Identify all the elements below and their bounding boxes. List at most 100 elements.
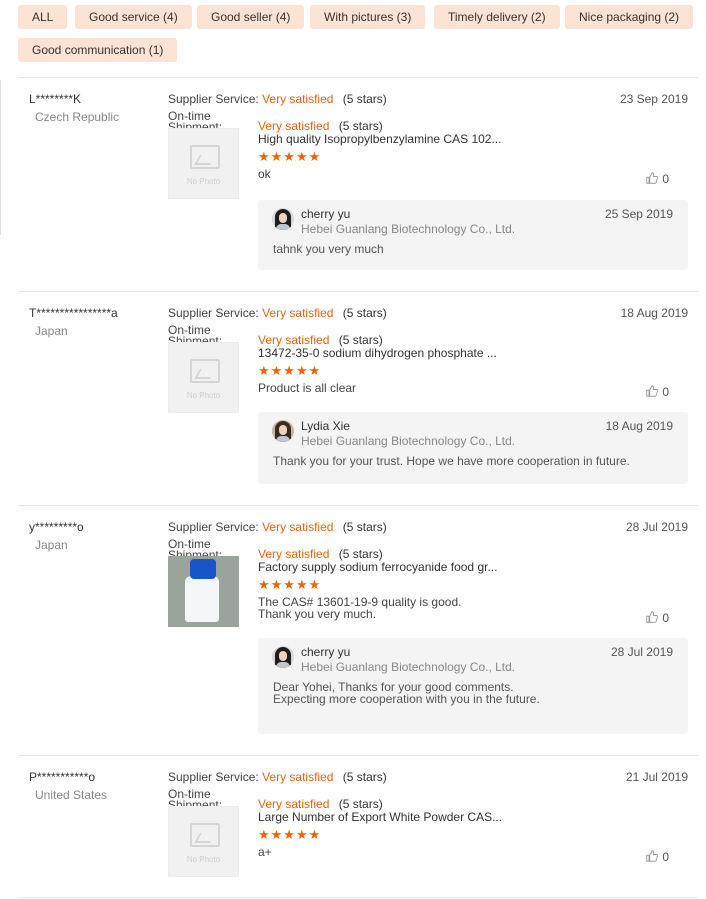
bottle-image [185,576,219,622]
supplier-service-rating: Supplier Service: Very satisfied (5 star… [168,770,387,784]
stars-count: (5 stars) [342,520,387,534]
reply-text-line: tahnk you very much [273,242,384,256]
stars-count: (5 stars) [342,92,387,106]
no-photo-label: No Photo [186,391,221,400]
divider [18,505,698,506]
reply-date: 18 Aug 2019 [605,419,673,433]
like-count: 0 [662,385,669,399]
star-rating: ★★★★★ [258,577,322,592]
product-title[interactable]: 13472-35-0 sodium dihydrogen phosphate .… [258,346,497,360]
like-count: 0 [662,172,669,186]
reviewer-name: P***********o [29,770,96,784]
shipment-rating: Very satisfied (5 stars) [258,333,383,347]
no-photo-label: No Photo [186,177,221,186]
comment-line: Thank you very much. [258,607,377,621]
divider [18,755,698,756]
filter-tag-with-pictures[interactable]: With pictures (3) [310,5,426,29]
avatar [272,420,294,442]
like-count: 0 [662,850,669,864]
seller-reply: cherry yu Hebei Guanlang Biotechnology C… [258,638,688,734]
product-thumbnail[interactable]: No Photo [168,806,239,877]
reply-date: 28 Jul 2019 [610,645,673,659]
review-date: 18 Aug 2019 [620,306,688,320]
review-item: L********K Czech Republic 23 Sep 2019 Su… [0,92,706,282]
review-item: y*********o Japan 28 Jul 2019 Supplier S… [0,520,706,750]
divider [18,77,698,78]
star-rating: ★★★★★ [258,149,322,164]
satisfaction-text: Very satisfied [258,119,330,133]
product-photo[interactable] [168,556,239,627]
filter-tag-timely-delivery[interactable]: Timely delivery (2) [434,5,560,29]
satisfaction-text: Very satisfied [258,547,330,561]
shipment-rating: Very satisfied (5 stars) [258,119,383,133]
like-count: 0 [662,611,669,625]
thumbs-up-icon[interactable] [646,611,658,623]
image-placeholder-icon [190,145,220,169]
reply-text-line: Thank you for your trust. Hope we have m… [273,454,630,468]
image-placeholder-icon [190,823,220,847]
product-thumbnail[interactable]: No Photo [168,342,239,413]
comment-line: Product is all clear [258,381,357,395]
reviewer-name: L********K [29,92,82,106]
product-title[interactable]: Large Number of Export White Powder CAS.… [258,810,502,824]
reply-author: cherry yu [301,207,351,221]
satisfaction-text: Very satisfied [258,333,330,347]
reply-company: Hebei Guanlang Biotechnology Co., Ltd. [301,434,516,448]
reply-author: Lydia Xie [301,419,350,433]
reply-company: Hebei Guanlang Biotechnology Co., Ltd. [301,222,516,236]
review-date: 21 Jul 2019 [625,770,688,784]
reviewer-country: United States [35,788,108,802]
supplier-service-label: Supplier Service: [168,770,259,784]
divider [18,897,698,898]
bottle-cap-image [190,559,216,579]
avatar [272,208,294,230]
avatar [272,646,294,668]
thumbs-up-icon[interactable] [646,172,658,184]
supplier-service-rating: Supplier Service: Very satisfied (5 star… [168,92,387,106]
stars-count: (5 stars) [338,547,383,561]
reviewer-country: Czech Republic [35,110,120,124]
stars-count: (5 stars) [342,306,387,320]
reply-text: tahnk you very much [273,243,384,255]
product-thumbnail[interactable]: No Photo [168,128,239,199]
filter-tag-nice-packaging[interactable]: Nice packaging (2) [565,5,694,29]
review-comment: Product is all clear [258,382,356,394]
product-title[interactable]: High quality Isopropylbenzylamine CAS 10… [258,132,501,146]
stars-count: (5 stars) [338,333,383,347]
review-item: T****************a Japan 18 Aug 2019 Sup… [0,306,706,496]
filter-tag-good-seller[interactable]: Good seller (4) [197,5,305,29]
thumbs-up-icon[interactable] [646,385,658,397]
filter-tag-all[interactable]: ALL [18,5,68,29]
reply-date: 25 Sep 2019 [604,207,673,221]
supplier-service-label: Supplier Service: [168,306,259,320]
satisfaction-text: Very satisfied [262,92,334,106]
supplier-service-rating: Supplier Service: Very satisfied (5 star… [168,306,387,320]
reply-company: Hebei Guanlang Biotechnology Co., Ltd. [301,660,516,674]
review-comment: The CAS# 13601-19-9 quality is good. Tha… [258,596,461,620]
satisfaction-text: Very satisfied [262,520,334,534]
no-photo-label: No Photo [186,855,221,864]
review-comment: a+ [258,846,272,858]
shipment-rating: Very satisfied (5 stars) [258,797,383,811]
reply-text: Thank you for your trust. Hope we have m… [273,455,630,467]
stars-count: (5 stars) [338,119,383,133]
filter-tag-good-communication[interactable]: Good communication (1) [18,38,178,62]
reviewer-name: y*********o [29,520,84,534]
star-rating: ★★★★★ [258,363,322,378]
stars-count: (5 stars) [342,770,387,784]
supplier-service-rating: Supplier Service: Very satisfied (5 star… [168,520,387,534]
reply-text-line: Expecting more cooperation with you in t… [273,692,540,706]
satisfaction-text: Very satisfied [258,797,330,811]
seller-reply: cherry yu Hebei Guanlang Biotechnology C… [258,200,688,270]
divider [18,291,698,292]
thumbs-up-icon[interactable] [646,850,658,862]
review-date: 23 Sep 2019 [619,92,688,106]
satisfaction-text: Very satisfied [262,770,334,784]
product-title[interactable]: Factory supply sodium ferrocyanide food … [258,560,497,574]
stars-count: (5 stars) [338,797,383,811]
reviewer-name: T****************a [29,306,118,320]
supplier-service-label: Supplier Service: [168,92,259,106]
filter-tag-good-service[interactable]: Good service (4) [75,5,192,29]
review-date: 28 Jul 2019 [625,520,688,534]
satisfaction-text: Very satisfied [262,306,334,320]
